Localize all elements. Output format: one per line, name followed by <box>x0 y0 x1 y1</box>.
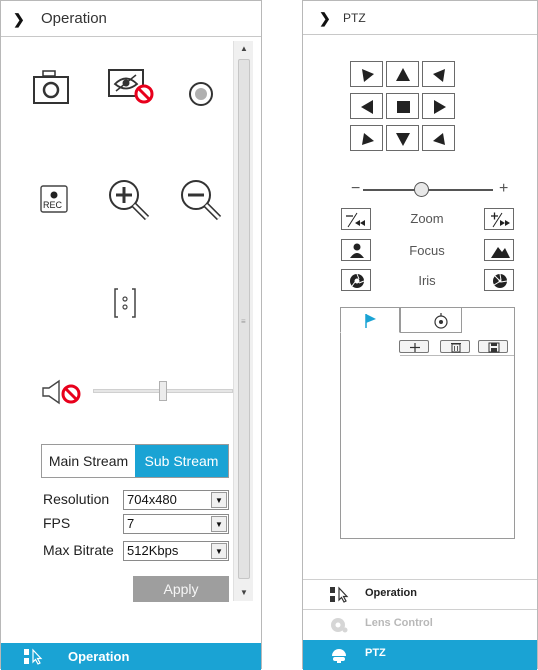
lens-control-icon <box>329 616 349 638</box>
tab-main-stream[interactable]: Main Stream <box>42 445 135 477</box>
fps-label: FPS <box>43 515 71 531</box>
volume-slider-thumb[interactable] <box>159 381 167 401</box>
add-icon <box>410 343 420 352</box>
focus-far-button[interactable] <box>484 239 514 261</box>
speed-minus-label: − <box>351 180 361 197</box>
scroll-down-icon[interactable]: ▼ <box>234 585 254 601</box>
fps-select[interactable]: 7 ▼ <box>123 514 229 534</box>
ptz-down-button[interactable] <box>386 125 419 151</box>
ptz-title: PTZ <box>343 11 366 25</box>
chevron-right-icon: ❯ <box>319 10 331 26</box>
arrow-left-icon <box>361 100 373 114</box>
iris-open-button[interactable] <box>484 269 514 291</box>
ptz-down-right-button[interactable] <box>422 125 455 151</box>
camera-icon[interactable] <box>33 69 69 105</box>
ptz-up-button[interactable] <box>386 61 419 87</box>
ptz-icon <box>329 647 349 669</box>
ptz-up-left-button[interactable] <box>350 61 383 87</box>
focus-near-button[interactable] <box>341 239 371 261</box>
ptz-right-button[interactable] <box>422 93 455 119</box>
operation-header[interactable]: ❯ Operation <box>1 1 261 37</box>
iris-close-button[interactable] <box>341 269 371 291</box>
iris-label: Iris <box>418 273 436 288</box>
resolution-label: Resolution <box>43 491 110 507</box>
arrow-down-right-icon <box>433 133 445 145</box>
person-icon <box>350 243 364 258</box>
arrow-down-icon <box>396 133 410 146</box>
operation-icon <box>23 648 43 670</box>
focus-label: Focus <box>409 243 445 258</box>
nav-label-ptz: PTZ <box>365 647 386 659</box>
arrow-up-right-icon <box>433 69 445 82</box>
arrow-down-left-icon <box>362 133 374 145</box>
rec-label: REC <box>43 200 63 210</box>
speed-slider-thumb[interactable] <box>414 182 429 197</box>
zoom-label: Zoom <box>410 211 444 226</box>
ptz-header[interactable]: ❯ PTZ <box>303 1 537 35</box>
scrollbar-grip-icon: ≡ <box>241 317 246 326</box>
record-dot-icon[interactable] <box>188 81 214 107</box>
fps-value: 7 <box>127 516 135 531</box>
operation-panel: ❯ Operation REC Main Stream Sub Stream R… <box>0 0 262 670</box>
zoom-out-icon[interactable] <box>179 178 225 224</box>
delete-preset-button[interactable] <box>440 340 470 353</box>
ptz-down-left-button[interactable] <box>350 125 383 151</box>
tab-preset[interactable] <box>340 307 400 333</box>
resolution-value: 704x480 <box>127 492 177 507</box>
add-preset-button[interactable] <box>399 340 429 353</box>
chevron-right-icon: ❯ <box>13 11 25 27</box>
chevron-down-icon: ▼ <box>211 492 227 508</box>
nav-item-lens-control: Lens Control <box>303 610 537 639</box>
arrow-up-icon <box>396 68 410 81</box>
zoom-out-button[interactable] <box>341 208 371 230</box>
operation-footer-label: Operation <box>68 649 130 664</box>
nav-label-operation: Operation <box>365 587 417 599</box>
apply-button[interactable]: Apply <box>133 576 229 602</box>
operation-title: Operation <box>41 10 107 27</box>
chevron-down-icon: ▼ <box>211 516 227 532</box>
aspect-ratio-icon[interactable] <box>114 288 136 318</box>
bitrate-select[interactable]: 512Kbps ▼ <box>123 541 229 561</box>
nav-label-lens-control: Lens Control <box>365 617 433 629</box>
ptz-stop-button[interactable] <box>386 93 419 119</box>
zoom-plus-icon <box>491 212 510 228</box>
scrollbar[interactable]: ▲ ≡ ▼ <box>233 41 253 601</box>
preset-list-divider <box>400 355 514 356</box>
chevron-down-icon: ▼ <box>211 543 227 559</box>
nav-item-ptz[interactable]: PTZ <box>303 640 537 670</box>
ptz-up-right-button[interactable] <box>422 61 455 87</box>
zoom-minus-icon <box>346 212 365 228</box>
tab-cruise[interactable] <box>400 307 462 333</box>
save-preset-button[interactable] <box>478 340 508 353</box>
cruise-icon <box>434 313 448 329</box>
stop-icon <box>397 101 410 113</box>
mountain-icon <box>491 247 510 258</box>
operation-footer-tab[interactable]: Operation <box>1 643 261 670</box>
arrow-up-left-icon <box>362 69 374 82</box>
speed-plus-label: + <box>499 180 509 197</box>
stream-tabs: Main Stream Sub Stream <box>41 444 229 478</box>
resolution-select[interactable]: 704x480 ▼ <box>123 490 229 510</box>
arrow-right-icon <box>434 100 446 114</box>
nav-item-operation[interactable]: Operation <box>303 580 537 609</box>
operation-icon <box>329 586 349 608</box>
ptz-left-button[interactable] <box>350 93 383 119</box>
tab-sub-stream[interactable]: Sub Stream <box>135 445 228 477</box>
zoom-in-icon[interactable] <box>107 178 153 224</box>
delete-icon <box>451 343 461 353</box>
rec-icon[interactable]: REC <box>40 185 68 213</box>
speaker-muted-icon[interactable] <box>41 379 83 405</box>
save-icon <box>488 342 500 353</box>
zoom-in-button[interactable] <box>484 208 514 230</box>
bitrate-label: Max Bitrate <box>43 542 114 558</box>
privacy-off-icon[interactable] <box>107 69 155 105</box>
iris-close-icon <box>350 273 365 288</box>
scroll-up-icon[interactable]: ▲ <box>234 41 254 57</box>
ptz-panel: ❯ PTZ − + Zoom Focus Iris Operation Lens… <box>302 0 538 670</box>
bitrate-value: 512Kbps <box>127 543 179 558</box>
iris-open-icon <box>493 273 508 288</box>
flag-icon <box>365 314 376 328</box>
